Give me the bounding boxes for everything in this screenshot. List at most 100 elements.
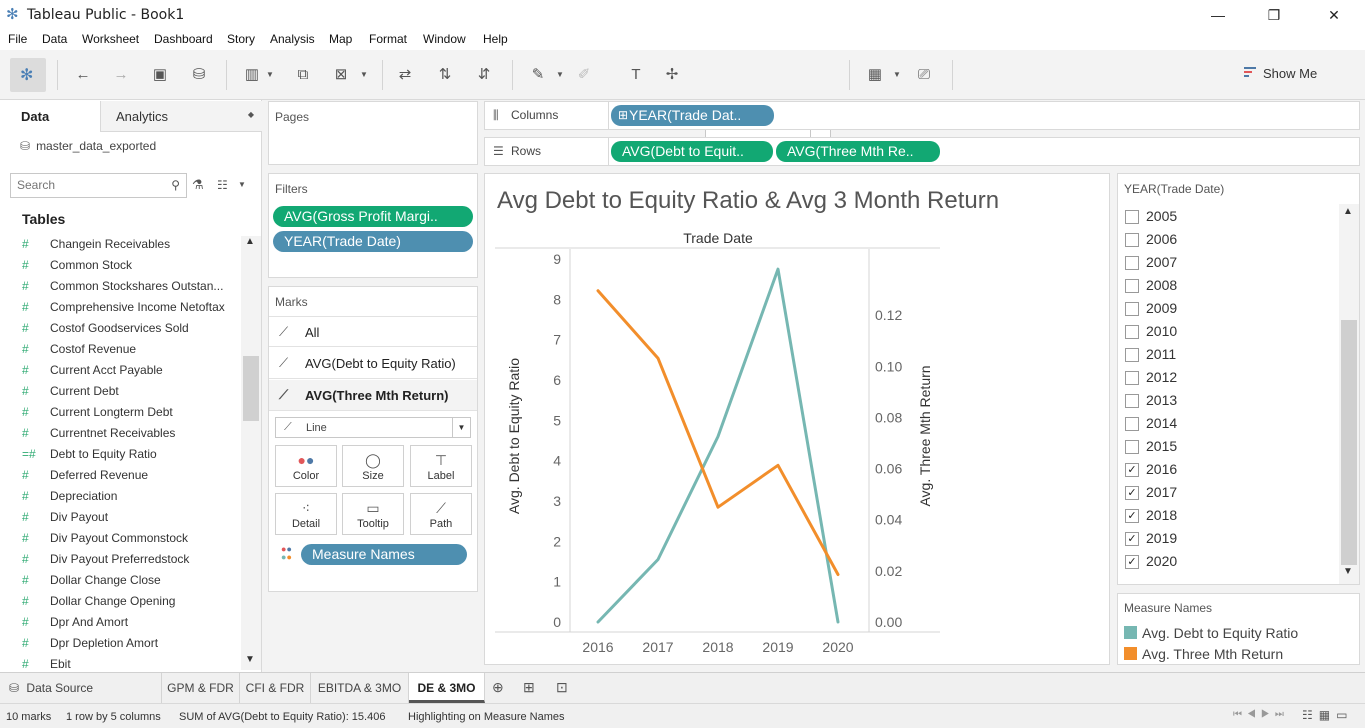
pin-icon[interactable]: ✢	[661, 64, 683, 86]
legend-label-debt-equity[interactable]: Avg. Debt to Equity Ratio	[1142, 625, 1298, 641]
redo-icon[interactable]: →	[110, 64, 132, 86]
year-checkbox[interactable]	[1125, 256, 1139, 270]
legend-label-three-mth-return[interactable]: Avg. Three Mth Return	[1142, 646, 1283, 662]
sheet-tab-cfi-fdr[interactable]: CFI & FDR	[240, 673, 311, 703]
year-checkbox[interactable]: ✓	[1125, 486, 1139, 500]
sort-descending-icon[interactable]: ⇵	[473, 64, 495, 86]
menu-worksheet[interactable]: Worksheet	[82, 32, 139, 46]
legend-swatch-debt-equity[interactable]	[1124, 626, 1137, 639]
highlight-icon[interactable]: ✎	[527, 64, 549, 86]
data-pane-scrollbar[interactable]: ▲ ▼	[241, 236, 261, 670]
maximize-button[interactable]: ❐	[1259, 4, 1289, 26]
field-item[interactable]: # Costof Revenue	[22, 342, 237, 363]
field-item[interactable]: # Common Stockshares Outstan...	[22, 279, 237, 300]
scrollbar-thumb[interactable]	[1341, 320, 1357, 565]
tab-data[interactable]: Data	[0, 101, 100, 132]
close-button[interactable]: ✕	[1319, 4, 1349, 26]
year-checkbox[interactable]	[1125, 279, 1139, 293]
view-toggle-icon[interactable]: ☷▦▭	[1302, 708, 1353, 722]
marks-row-all[interactable]: ⟋ All	[269, 316, 477, 347]
year-label[interactable]: 2010	[1146, 323, 1177, 339]
menu-dashboard[interactable]: Dashboard	[154, 32, 213, 46]
menu-file[interactable]: File	[8, 32, 27, 46]
field-item[interactable]: # Depreciation	[22, 489, 237, 510]
chevron-down-icon[interactable]: ▼	[266, 64, 274, 86]
field-item[interactable]: # Comprehensive Income Netoftax	[22, 300, 237, 321]
tab-analytics[interactable]: Analytics ◆	[100, 101, 262, 132]
menu-analysis[interactable]: Analysis	[270, 32, 315, 46]
sheet-tab-gpm-fdr[interactable]: GPM & FDR	[162, 673, 240, 703]
new-datasource-icon[interactable]: ⛁	[188, 64, 210, 86]
rows-pill-debt-equity[interactable]: AVG(Debt to Equit..	[611, 141, 773, 162]
filter-pill-gross-profit[interactable]: AVG(Gross Profit Margi..	[273, 206, 473, 227]
show-cards-icon[interactable]: ▦	[864, 64, 886, 86]
label-button[interactable]: ⊤ Label	[410, 445, 472, 487]
chevron-down-icon[interactable]: ▼	[360, 64, 368, 86]
field-item[interactable]: # Changein Receivables	[22, 237, 237, 258]
year-checkbox[interactable]	[1125, 417, 1139, 431]
start-page-button[interactable]: ✻	[10, 58, 46, 92]
field-item[interactable]: # Costof Goodservices Sold	[22, 321, 237, 342]
detail-button[interactable]: ⁖ Detail	[275, 493, 337, 535]
new-story-icon[interactable]: ⊡	[556, 679, 568, 696]
sheet-navigation-icon[interactable]: ⏮◀▶⏭	[1233, 709, 1289, 720]
new-worksheet-icon[interactable]: ▥	[241, 64, 263, 86]
chevron-down-icon[interactable]: ▼	[556, 64, 564, 86]
clear-sheet-icon[interactable]: ⊠	[330, 64, 352, 86]
show-mark-labels-icon[interactable]: T	[625, 64, 647, 86]
scrollbar-thumb[interactable]	[243, 356, 259, 421]
rows-pill-three-mth-return[interactable]: AVG(Three Mth Re..	[776, 141, 940, 162]
marks-row-three-mth-return[interactable]: ⟋ AVG(Three Mth Return)	[269, 380, 477, 411]
field-item[interactable]: # Deferred Revenue	[22, 468, 237, 489]
color-button[interactable]: ●● Color	[275, 445, 337, 487]
year-label[interactable]: 2018	[1146, 507, 1177, 523]
year-label[interactable]: 2017	[1146, 484, 1177, 500]
field-item[interactable]: # Currentnet Receivables	[22, 426, 237, 447]
swap-rows-columns-icon[interactable]: ⇄	[394, 64, 416, 86]
year-label[interactable]: 2019	[1146, 530, 1177, 546]
year-checkbox[interactable]	[1125, 394, 1139, 408]
menu-window[interactable]: Window	[423, 32, 466, 46]
sheet-tab-de-3mo[interactable]: DE & 3MO	[409, 673, 485, 703]
year-checkbox[interactable]	[1125, 348, 1139, 362]
minimize-button[interactable]: —	[1203, 4, 1233, 26]
year-label[interactable]: 2005	[1146, 208, 1177, 224]
search-icon[interactable]: ⚲	[171, 178, 180, 192]
year-checkbox[interactable]	[1125, 325, 1139, 339]
year-checkbox[interactable]: ✓	[1125, 463, 1139, 477]
chevron-up-icon[interactable]: ▲	[245, 236, 255, 247]
chevron-down-icon[interactable]: ▼	[893, 64, 901, 86]
field-item[interactable]: # Div Payout Commonstock	[22, 531, 237, 552]
year-checkbox[interactable]	[1125, 210, 1139, 224]
chevron-down-icon[interactable]: ▼	[238, 180, 246, 189]
menu-story[interactable]: Story	[227, 32, 255, 46]
chevron-down-icon[interactable]: ▼	[245, 654, 255, 665]
mark-type-select[interactable]: ⟋ Line ▼	[275, 417, 471, 438]
new-dashboard-icon[interactable]: ⊞	[523, 679, 535, 696]
field-item[interactable]: # Dollar Change Close	[22, 573, 237, 594]
chevron-down-icon[interactable]: ▼	[1343, 566, 1353, 577]
year-checkbox[interactable]: ✓	[1125, 509, 1139, 523]
sort-ascending-icon[interactable]: ⇅	[434, 64, 456, 86]
undo-icon[interactable]: ←	[72, 64, 94, 86]
filter-pill-year[interactable]: YEAR(Trade Date)	[273, 231, 473, 252]
menu-help[interactable]: Help	[483, 32, 508, 46]
sheet-tab-ebitda-3mo[interactable]: EBITDA & 3MO	[311, 673, 409, 703]
year-checkbox[interactable]	[1125, 233, 1139, 247]
field-item[interactable]: # Current Debt	[22, 384, 237, 405]
field-item[interactable]: # Dpr And Amort	[22, 615, 237, 636]
year-label[interactable]: 2013	[1146, 392, 1177, 408]
year-label[interactable]: 2012	[1146, 369, 1177, 385]
filter-fields-icon[interactable]: ⚗	[192, 177, 204, 193]
view-list-icon[interactable]: ☷	[217, 178, 228, 192]
year-label[interactable]: 2009	[1146, 300, 1177, 316]
menu-format[interactable]: Format	[369, 32, 407, 46]
field-item[interactable]: # Current Longterm Debt	[22, 405, 237, 426]
path-button[interactable]: ⟋ Path	[410, 493, 472, 535]
year-filter-scrollbar[interactable]: ▲ ▼	[1339, 204, 1359, 584]
datasource-item[interactable]: ⛁ master_data_exported	[20, 139, 156, 153]
field-item[interactable]: # Div Payout	[22, 510, 237, 531]
new-worksheet-icon[interactable]: ⊕	[492, 679, 504, 696]
field-item[interactable]: # Dpr Depletion Amort	[22, 636, 237, 657]
year-label[interactable]: 2020	[1146, 553, 1177, 569]
